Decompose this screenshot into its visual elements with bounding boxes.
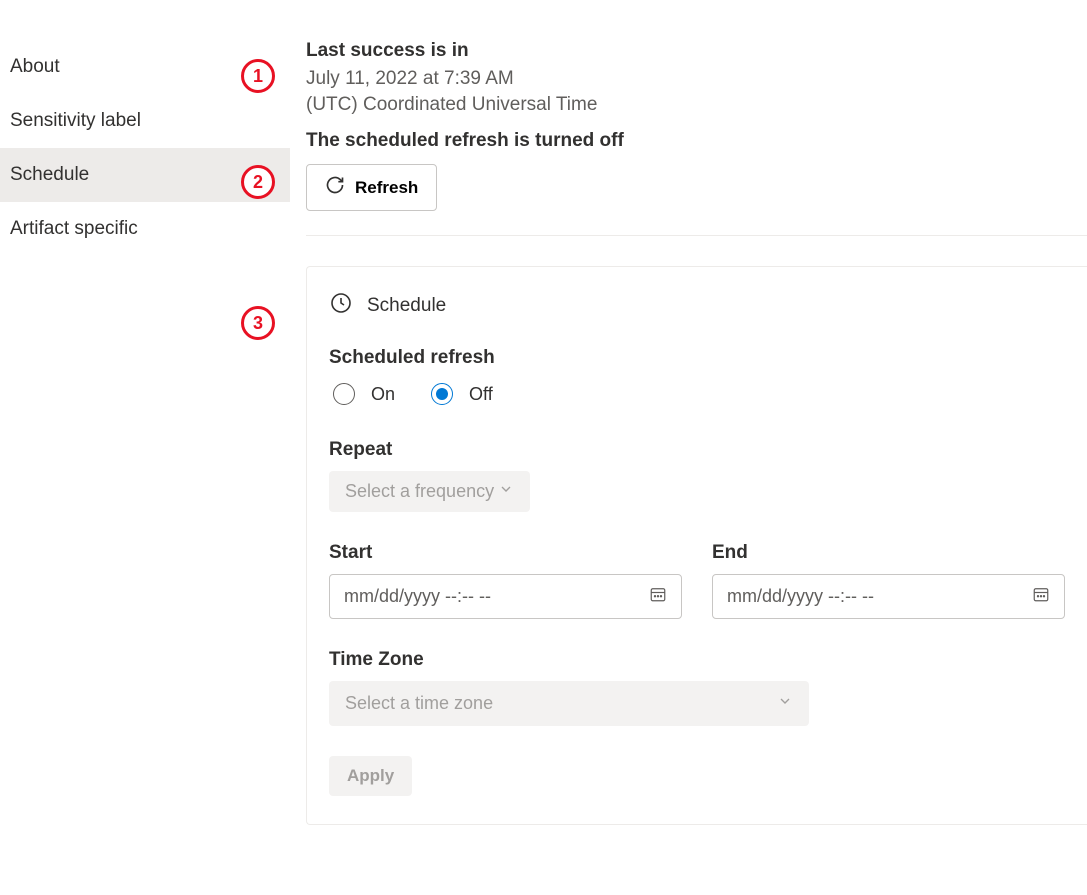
last-success-timezone: (UTC) Coordinated Universal Time [306,94,1087,116]
timezone-label: Time Zone [329,649,1065,671]
section-divider [306,235,1087,236]
frequency-select-placeholder: Select a frequency [345,481,494,502]
last-success-time: July 11, 2022 at 7:39 AM [306,68,1087,90]
radio-off[interactable]: Off [431,383,493,405]
sidebar-item-artifact-specific[interactable]: Artifact specific [0,202,290,256]
annotation-badge-2: 2 [241,165,275,199]
refresh-button[interactable]: Refresh [306,164,437,211]
schedule-panel: Schedule Scheduled refresh On Off Repeat… [306,266,1087,825]
frequency-select[interactable]: Select a frequency [329,471,530,512]
clock-icon [329,291,353,321]
scheduled-refresh-off-message: The scheduled refresh is turned off [306,130,1087,152]
radio-off-label: Off [469,384,493,405]
radio-icon [431,383,453,405]
scheduled-refresh-label: Scheduled refresh [329,347,1065,369]
sidebar-item-sensitivity-label[interactable]: Sensitivity label [0,94,290,148]
start-datetime-placeholder: mm/dd/yyyy --:-- -- [344,586,491,607]
chevron-down-icon [498,481,514,502]
end-datetime-placeholder: mm/dd/yyyy --:-- -- [727,586,874,607]
last-success-heading: Last success is in [306,40,1087,62]
annotation-badge-1: 1 [241,59,275,93]
start-label: Start [329,542,682,564]
start-datetime-input[interactable]: mm/dd/yyyy --:-- -- [329,574,682,619]
end-datetime-input[interactable]: mm/dd/yyyy --:-- -- [712,574,1065,619]
calendar-icon [649,585,667,608]
settings-sidebar: About Sensitivity label Schedule Artifac… [0,0,290,895]
apply-button[interactable]: Apply [329,756,412,796]
chevron-down-icon [777,693,793,714]
scheduled-refresh-radio-group: On Off [333,383,1065,405]
schedule-panel-title: Schedule [367,295,446,317]
repeat-label: Repeat [329,439,1065,461]
refresh-button-label: Refresh [355,178,418,198]
radio-on-label: On [371,384,395,405]
radio-icon [333,383,355,405]
timezone-select[interactable]: Select a time zone [329,681,809,726]
radio-on[interactable]: On [333,383,395,405]
calendar-icon [1032,585,1050,608]
schedule-panel-header: Schedule [329,291,1065,321]
timezone-select-placeholder: Select a time zone [345,693,493,714]
end-label: End [712,542,1065,564]
main-content: Last success is in July 11, 2022 at 7:39… [290,0,1087,895]
annotation-badge-3: 3 [241,306,275,340]
refresh-icon [325,175,345,200]
